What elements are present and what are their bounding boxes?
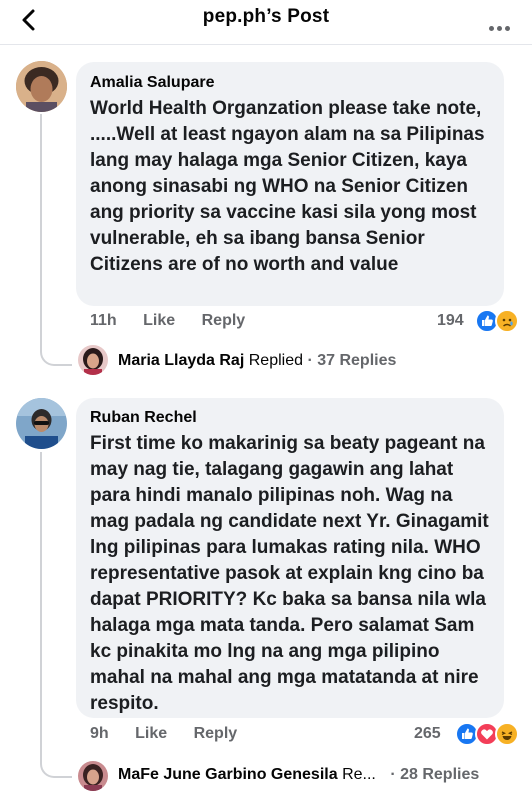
- thread-connector: [40, 746, 72, 778]
- comment-bubble[interactable]: Ruban Rechel First time ko makarinig sa …: [76, 398, 504, 718]
- like-button[interactable]: Like: [135, 725, 167, 742]
- reply-avatar[interactable]: [78, 761, 108, 791]
- reply-status: Re...: [342, 766, 376, 783]
- thread-line: [40, 114, 42, 344]
- avatar[interactable]: [16, 398, 67, 449]
- reply-avatar[interactable]: [78, 345, 108, 375]
- sad-reaction-icon[interactable]: [495, 309, 519, 333]
- comment-text: World Health Organzation please take not…: [90, 98, 485, 275]
- like-button[interactable]: Like: [143, 312, 175, 329]
- comment-text: First time ko makarinig sa beaty pageant…: [90, 433, 489, 714]
- comment-time: 9h: [90, 725, 109, 742]
- reply-author[interactable]: Maria Llayda Raj: [118, 352, 244, 369]
- haha-reaction-icon[interactable]: [495, 722, 519, 746]
- reply-button[interactable]: Reply: [194, 725, 238, 742]
- thread-connector: [40, 330, 72, 366]
- avatar[interactable]: [16, 61, 67, 112]
- reply-count[interactable]: · 37 Replies: [307, 352, 396, 369]
- reply-preview[interactable]: Maria Llayda Raj Replied · 37 Replies: [118, 352, 396, 370]
- reaction-count[interactable]: 194: [437, 312, 464, 330]
- page-title: pep.ph’s Post: [202, 6, 330, 27]
- reaction-count[interactable]: 265: [414, 725, 441, 743]
- reply-preview[interactable]: MaFe June Garbino Genesila Re... · 28 Re…: [118, 766, 518, 784]
- reply-button[interactable]: Reply: [202, 312, 246, 329]
- reply-author[interactable]: MaFe June Garbino Genesila: [118, 766, 338, 783]
- reply-count[interactable]: · 28 Replies: [390, 766, 479, 783]
- reply-status: Replied: [248, 352, 303, 369]
- comment-time: 11h: [90, 312, 117, 329]
- comment-bubble[interactable]: Amalia Salupare World Health Organzation…: [76, 62, 504, 306]
- top-bar: pep.ph’s Post: [0, 0, 532, 45]
- more-options-icon[interactable]: [486, 18, 510, 36]
- comment-meta: 9h Like Reply: [90, 725, 259, 743]
- thread-line: [40, 452, 42, 760]
- comment-meta: 11h Like Reply: [90, 312, 267, 330]
- comment-author[interactable]: Amalia Salupare: [90, 74, 490, 92]
- comment-author[interactable]: Ruban Rechel: [90, 409, 490, 427]
